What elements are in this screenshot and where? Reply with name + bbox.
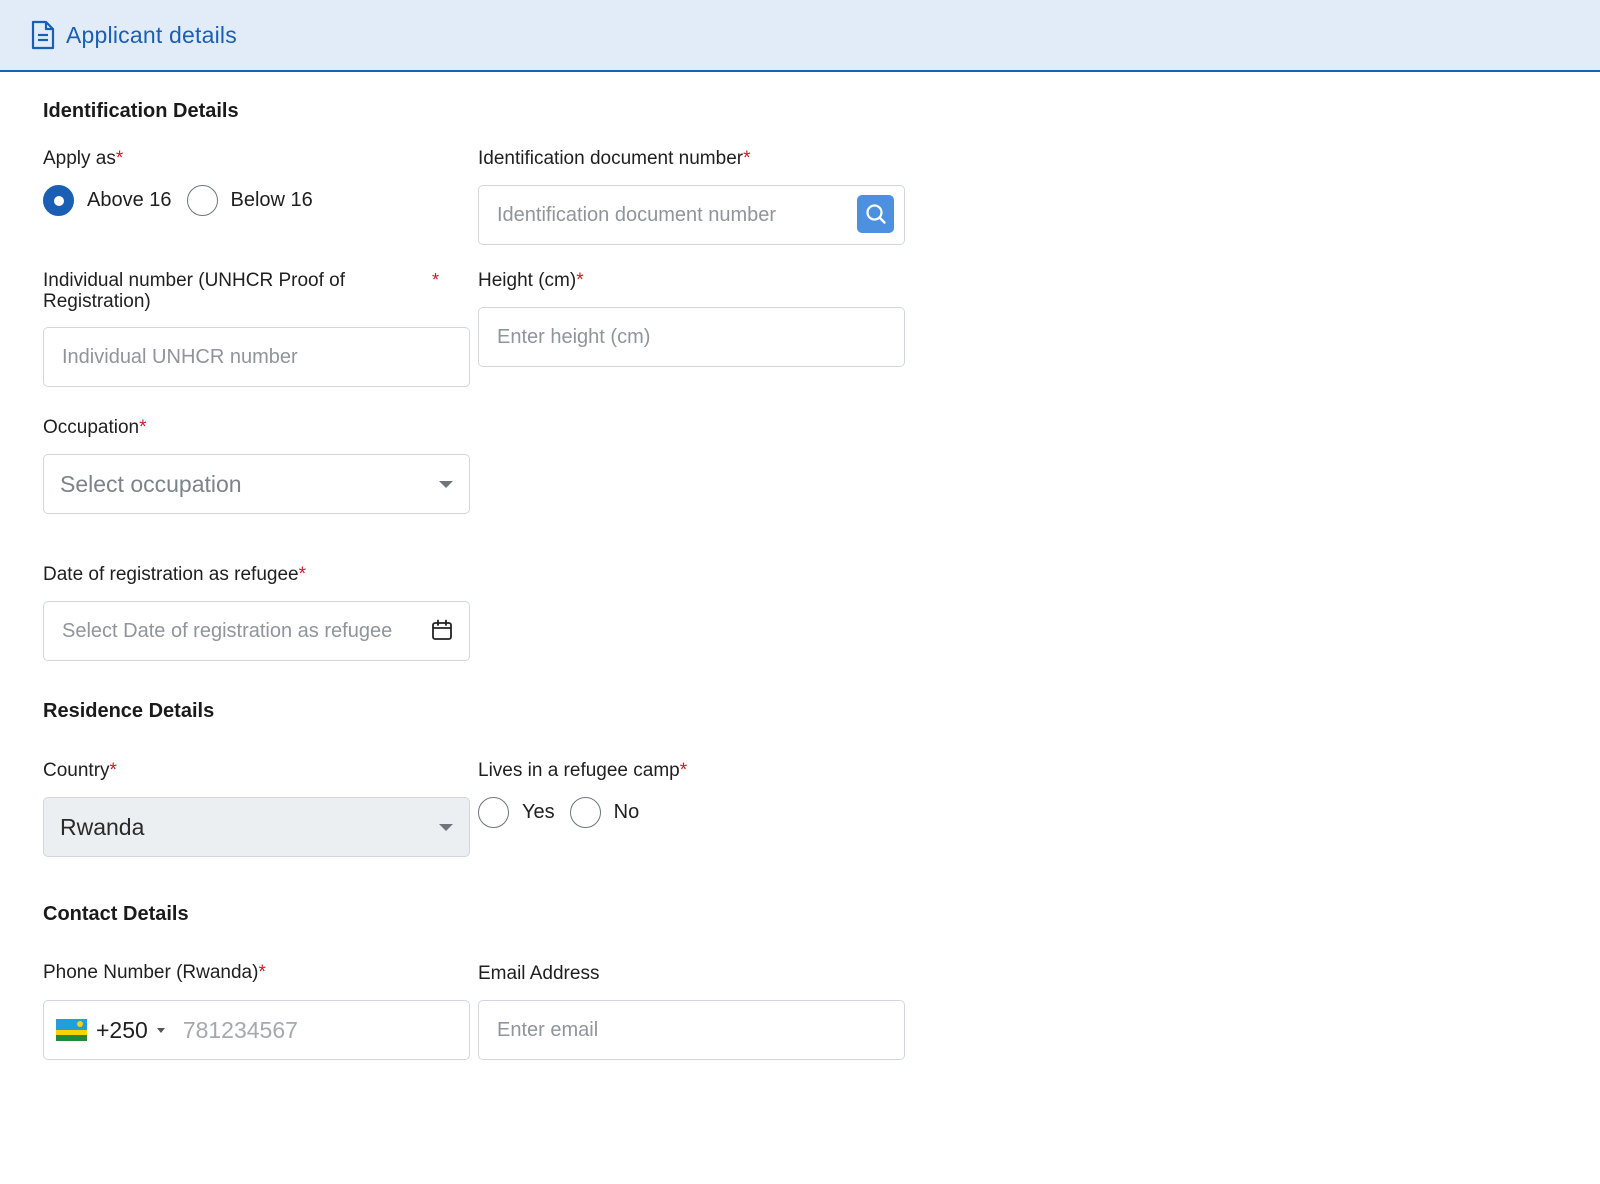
registration-date-label: Date of registration as refugee* bbox=[43, 564, 306, 585]
dial-code-selector[interactable]: +250 bbox=[96, 1017, 148, 1044]
contact-section-title: Contact Details bbox=[43, 903, 189, 925]
chevron-down-icon bbox=[439, 824, 453, 831]
search-button[interactable] bbox=[857, 195, 894, 233]
refugee-camp-radio-group: Yes No bbox=[478, 797, 654, 828]
chevron-down-icon bbox=[439, 481, 453, 488]
id-doc-placeholder: Identification document number bbox=[497, 203, 777, 226]
country-label: Country* bbox=[43, 760, 117, 781]
radio-camp-no-label: No bbox=[613, 801, 640, 823]
height-label: Height (cm)* bbox=[478, 270, 584, 291]
id-doc-input[interactable]: Identification document number bbox=[478, 185, 905, 245]
registration-date-placeholder: Select Date of registration as refugee bbox=[62, 619, 393, 642]
radio-below-16[interactable] bbox=[186, 185, 218, 216]
radio-camp-yes[interactable] bbox=[478, 797, 509, 828]
calendar-icon[interactable] bbox=[431, 619, 453, 641]
radio-above-16-label: Above 16 bbox=[87, 189, 172, 211]
height-input[interactable]: Enter height (cm) bbox=[478, 307, 905, 367]
page-header: Applicant details bbox=[0, 0, 1600, 72]
occupation-placeholder: Select occupation bbox=[60, 470, 242, 497]
residence-section-title: Residence Details bbox=[43, 700, 215, 722]
page-title: Applicant details bbox=[66, 21, 237, 48]
identification-section-title: Identification Details bbox=[43, 100, 239, 122]
unhcr-input[interactable]: Individual UNHCR number bbox=[43, 327, 470, 387]
registration-date-input[interactable]: Select Date of registration as refugee bbox=[43, 601, 470, 661]
unhcr-placeholder: Individual UNHCR number bbox=[62, 345, 298, 368]
refugee-camp-label: Lives in a refugee camp* bbox=[478, 760, 688, 781]
phone-placeholder: 781234567 bbox=[182, 1016, 298, 1043]
email-label: Email Address bbox=[478, 963, 600, 984]
radio-above-16[interactable] bbox=[43, 185, 74, 216]
height-placeholder: Enter height (cm) bbox=[497, 325, 651, 348]
rwanda-flag-icon bbox=[56, 1019, 87, 1041]
unhcr-label: Individual number (UNHCR Proof of Regist… bbox=[43, 270, 439, 312]
radio-camp-no[interactable] bbox=[569, 797, 601, 828]
phone-input[interactable]: +250 781234567 bbox=[43, 1000, 470, 1060]
document-icon bbox=[30, 20, 56, 50]
occupation-label: Occupation* bbox=[43, 417, 147, 438]
id-doc-label: Identification document number* bbox=[478, 148, 751, 169]
email-placeholder: Enter email bbox=[497, 1018, 599, 1041]
apply-as-radio-group: Above 16 Below 16 bbox=[43, 185, 328, 216]
country-select[interactable]: Rwanda bbox=[43, 797, 470, 857]
chevron-down-icon bbox=[156, 1027, 165, 1033]
radio-camp-yes-label: Yes bbox=[522, 801, 555, 823]
country-value: Rwanda bbox=[60, 813, 145, 840]
radio-below-16-label: Below 16 bbox=[230, 189, 313, 211]
search-icon bbox=[865, 204, 886, 224]
apply-as-label: Apply as* bbox=[43, 148, 124, 169]
email-input[interactable]: Enter email bbox=[478, 1000, 905, 1060]
occupation-select[interactable]: Select occupation bbox=[43, 454, 470, 514]
phone-label: Phone Number (Rwanda)* bbox=[43, 962, 266, 983]
